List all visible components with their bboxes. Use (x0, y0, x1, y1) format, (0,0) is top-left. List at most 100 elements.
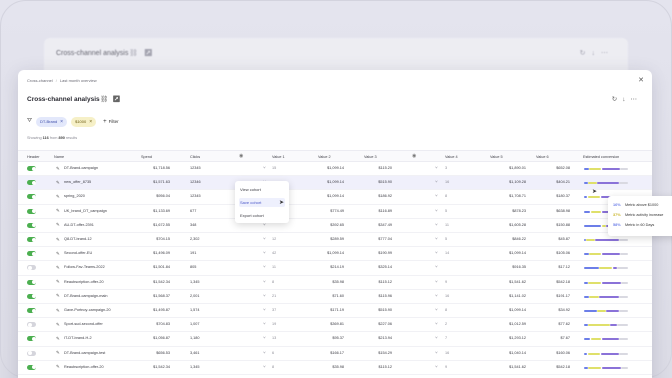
conversion-bar[interactable] (584, 168, 628, 170)
filter-chip-brand[interactable]: DT-Brand × (36, 116, 68, 127)
table-row[interactable]: ✎ IT-DT-brand-H-2 $1,056.87 1,180 13 $95.37 $2… (18, 332, 652, 347)
add-filter-button[interactable]: + Filter (103, 119, 119, 125)
conversion-bar[interactable] (584, 295, 628, 298)
row-name[interactable]: DT-Brand-campaign (64, 166, 98, 170)
row-name[interactable]: spring_2020 (64, 194, 85, 198)
row-name[interactable]: Q8-DT-brand-12 (64, 237, 92, 241)
row-name[interactable]: Reaubscription-offer-20 (64, 365, 104, 369)
conversion-bar[interactable] (584, 253, 628, 256)
link-icon[interactable]: ⛓ (100, 96, 112, 103)
row-name[interactable]: DT-Brand-campaign-main (64, 294, 107, 298)
refresh-icon[interactable]: ↻ (612, 96, 622, 103)
column-header-conversion[interactable]: Estimated conversion (583, 155, 619, 159)
download-icon[interactable]: ↓ (622, 96, 630, 103)
conversion-bar[interactable] (584, 182, 628, 185)
conversion-bar[interactable] (584, 281, 628, 284)
breadcrumb-item-root[interactable]: Cross-channel (27, 78, 53, 83)
row-name[interactable]: AU-DT-offer-2391 (64, 223, 94, 227)
menu-item-view-cohort[interactable]: View cohort (239, 185, 285, 194)
conversion-bar[interactable] (584, 239, 628, 241)
table-row[interactable]: ✎ spring_2020 $956.04 12345 $1,099.14 $186.92… (18, 190, 652, 205)
table-row[interactable]: ✎ new_offer_8735 $1,571.63 12346 $1,099.14 $5… (18, 176, 652, 191)
row-toggle[interactable] (27, 279, 36, 285)
conversion-bar[interactable] (584, 338, 628, 341)
table-row[interactable]: ✎ Sport-sud-second-offer $704.83 1,007 19 $36… (18, 318, 652, 333)
row-name[interactable]: Gave-Portnoy-campaign-20 (64, 308, 111, 312)
table-row[interactable]: ✎ Q8-DT-brand-12 $704.15 2,302 12 $289.59 $777… (18, 233, 652, 248)
row-v4: 9 (445, 364, 448, 369)
conversion-bar[interactable] (584, 324, 628, 327)
row-name[interactable]: Reaubscription-offer-20 (64, 280, 104, 284)
row-clicks: 677 (190, 208, 197, 213)
row-name[interactable]: IT-DT-brand-H-2 (64, 336, 92, 340)
column-header-value6[interactable]: Value 6 (536, 155, 549, 159)
more-icon[interactable]: ⋯ (631, 96, 643, 103)
row-v3: $186.92 (378, 194, 392, 199)
row-toggle[interactable] (27, 237, 36, 242)
row-toggle[interactable] (27, 166, 36, 171)
table-row[interactable]: ✎ UK_brand_DT_campaign $1,133.69 677 $774.49… (18, 205, 652, 219)
table-row[interactable]: ✎ Second-offer-EU $1,496.09 191 42 $1,099.14 $… (18, 247, 652, 262)
branch-icon: ⑂ (263, 236, 266, 241)
table-row[interactable]: ✎ DT-Brand-campaign-test $656.53 3,461 6 $166… (18, 347, 652, 361)
row-spend: $1,718.56 (153, 166, 170, 170)
table-row[interactable]: ✎ DT-Brand-campaign-main $1,568.37 2,001 21 $… (18, 290, 652, 304)
table-row[interactable]: ✎ AU-DT-offer-2391 $1,672.55 348 $392.65 $347… (18, 219, 652, 233)
open-external-icon[interactable]: ↗ (112, 96, 124, 103)
table-row[interactable]: ✎ Reaubscription-offer-20 $1,542.34 1,345 8 $… (18, 361, 652, 375)
row-name[interactable]: Sport-sud-second-offer (64, 322, 103, 326)
conversion-bar[interactable] (584, 366, 628, 369)
column-header-spend[interactable]: Spend (141, 155, 152, 159)
row-v2: $71.60 (332, 293, 344, 298)
row-toggle[interactable] (27, 180, 36, 186)
row-v6: $542.18 (556, 364, 570, 369)
column-header-header[interactable]: Header (27, 155, 39, 159)
row-toggle[interactable] (27, 350, 36, 356)
eye-icon[interactable]: ◉ (412, 153, 416, 159)
row-v4: 16 (445, 350, 450, 355)
row-name[interactable]: Follow-Fav-Teams-2022 (64, 265, 105, 269)
row-name[interactable]: Second-offer-EU (64, 251, 92, 255)
column-header-value5[interactable]: Value 5 (490, 155, 503, 159)
filter-chip-spend[interactable]: $1000 × (71, 116, 97, 127)
table-row[interactable]: ✎ Gave-Portnoy-campaign-20 $1,495.87 1,574 3… (18, 304, 652, 319)
row-name[interactable]: new_offer_8735 (64, 180, 91, 184)
row-toggle[interactable] (27, 293, 36, 299)
conversion-bar[interactable] (584, 352, 628, 355)
conversion-segment (588, 182, 597, 185)
column-header-clicks[interactable]: Clicks (190, 155, 200, 159)
row-name[interactable]: DT-Brand-campaign-test (64, 351, 105, 355)
row-toggle[interactable] (27, 308, 36, 313)
branch-icon: ⑂ (263, 363, 266, 369)
tooltip-label: Metric in 60 Days (625, 223, 655, 227)
row-v3: $116.89 (378, 208, 392, 213)
menu-item-export-cohort[interactable]: Export cohort (239, 211, 285, 220)
row-toggle[interactable] (27, 194, 36, 200)
conversion-bar[interactable] (584, 310, 628, 312)
table-row[interactable]: ✎ DT-Brand-campaign $1,718.56 12345 15 $1,099… (18, 162, 652, 177)
funnel-icon[interactable]: ⛛ (27, 118, 32, 125)
eye-icon[interactable]: ◉ (239, 153, 243, 159)
row-toggle[interactable] (27, 265, 36, 271)
column-header-value3[interactable]: Value 3 (364, 155, 377, 159)
column-header-value2[interactable]: Value 2 (318, 155, 331, 159)
column-header-value4[interactable]: Value 4 (445, 155, 458, 159)
table-row[interactable]: ✎ Reaubscription-offer-20 $1,542.34 1,345 8 $… (18, 276, 652, 290)
close-icon[interactable]: × (89, 119, 92, 125)
close-icon[interactable]: × (60, 119, 63, 125)
column-header-value1[interactable]: Value 1 (272, 155, 285, 159)
column-header-name[interactable]: Name (54, 155, 64, 159)
row-toggle[interactable] (27, 208, 36, 214)
row-toggle[interactable] (27, 251, 36, 257)
close-icon[interactable]: ✕ (638, 76, 644, 84)
row-toggle[interactable] (27, 336, 36, 342)
row-toggle[interactable] (27, 322, 36, 328)
row-toggle[interactable] (27, 222, 36, 228)
campaign-icon: ✎ (56, 364, 60, 370)
row-name[interactable]: UK_brand_DT_campaign (64, 209, 107, 213)
conversion-segment (584, 352, 588, 355)
conversion-bar[interactable] (584, 267, 628, 270)
row-toggle[interactable] (27, 364, 36, 370)
conversion-segment (621, 366, 628, 369)
table-row[interactable]: ✎ Follow-Fav-Teams-2022 $1,501.84 805 11 $214… (18, 261, 652, 276)
